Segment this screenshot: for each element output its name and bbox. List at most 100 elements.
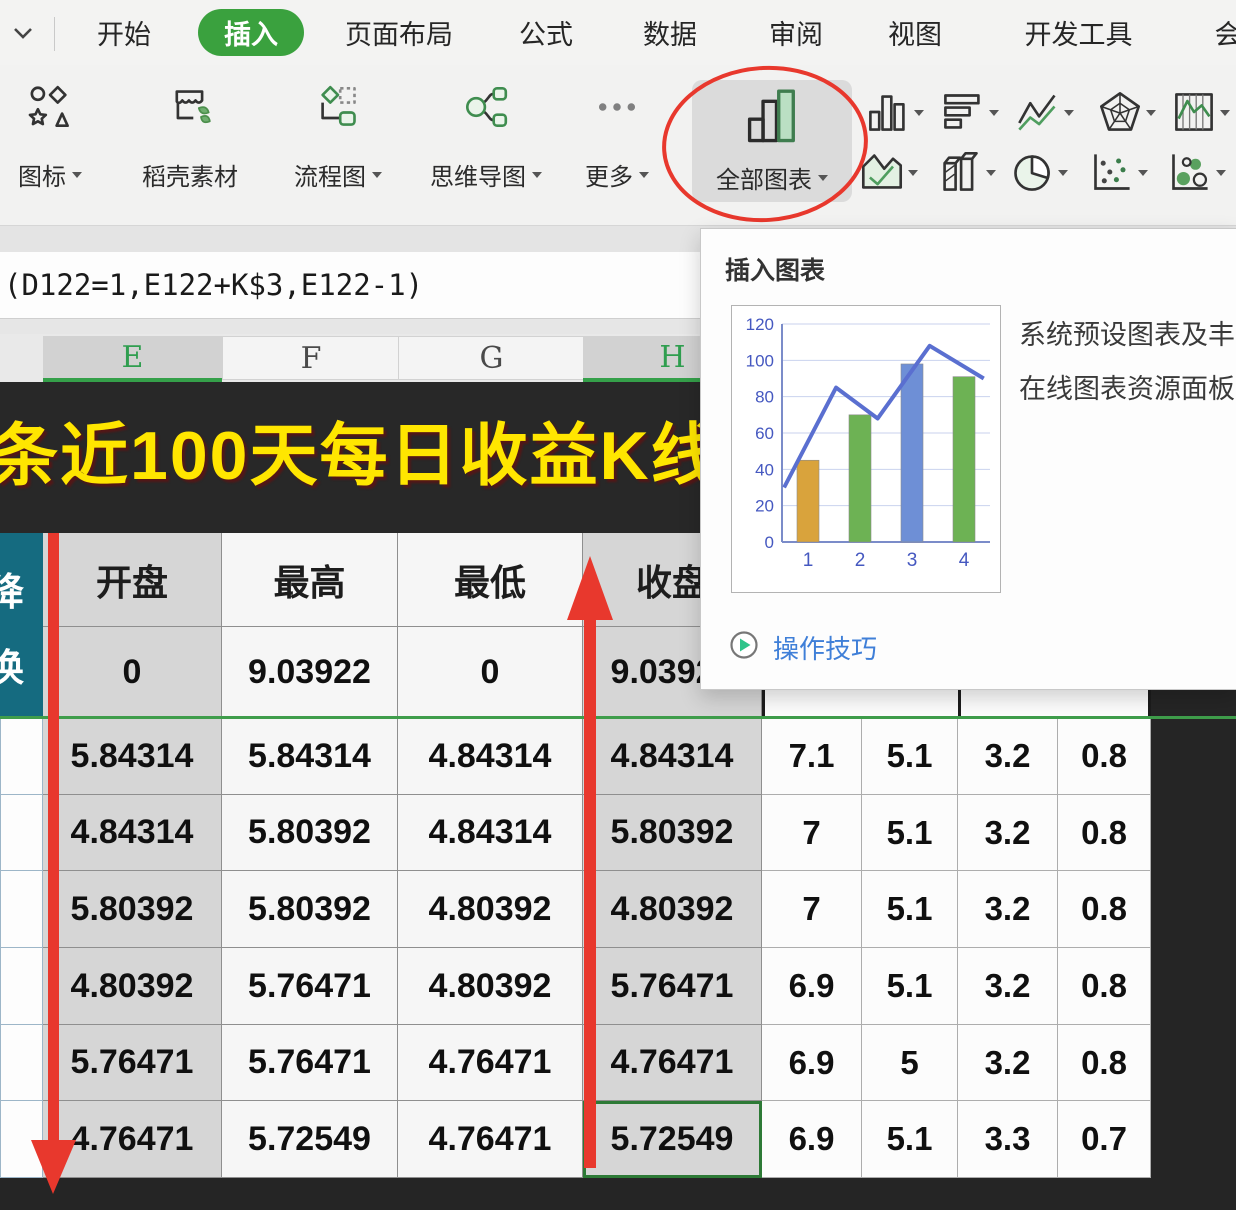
table-cell[interactable]: 5.1: [862, 1101, 958, 1178]
tab-开始[interactable]: 开始: [94, 0, 154, 65]
table-cell[interactable]: 0.7: [1058, 1101, 1151, 1178]
radar-chart-icon[interactable]: [1098, 90, 1142, 134]
table-cell[interactable]: 5.84314: [222, 718, 398, 795]
table-cell[interactable]: 5.1: [862, 795, 958, 871]
table-cell[interactable]: 7: [762, 795, 862, 871]
table-cell[interactable]: 5.72549: [222, 1101, 398, 1178]
tab-开发工具[interactable]: 开发工具: [1018, 0, 1139, 65]
row-stub-cell[interactable]: [0, 1101, 43, 1178]
table-cell[interactable]: 0.8: [1058, 948, 1151, 1025]
table-cell[interactable]: 5.1: [862, 871, 958, 948]
table-cell[interactable]: 7: [762, 871, 862, 948]
header-cell-开盘[interactable]: 开盘: [43, 533, 222, 627]
column-header-G[interactable]: G: [398, 336, 585, 380]
table-cell[interactable]: 0.8: [1058, 871, 1151, 948]
row-label-cell[interactable]: 降 换: [0, 533, 43, 718]
chevron-down-icon[interactable]: [10, 22, 36, 49]
table-cell[interactable]: 3.2: [958, 948, 1058, 1025]
header-cell-最低[interactable]: 最低: [398, 533, 583, 627]
caret-down-icon[interactable]: [1064, 110, 1074, 116]
all-charts-button[interactable]: 全部图表: [692, 80, 852, 202]
table-cell[interactable]: 5.80392: [222, 871, 398, 948]
tab-插入[interactable]: 插入: [198, 9, 304, 56]
docer-assets-group[interactable]: 稻壳素材: [126, 79, 254, 192]
table-cell[interactable]: 4.76471: [43, 1101, 222, 1178]
bubble-chart-icon[interactable]: [1168, 150, 1212, 194]
table-cell[interactable]: 3.2: [958, 1025, 1058, 1101]
tab-会[interactable]: 会: [1208, 0, 1236, 65]
caret-down-icon[interactable]: [914, 110, 924, 116]
caret-down-icon[interactable]: [1146, 110, 1156, 116]
caret-down-icon[interactable]: [1220, 110, 1230, 116]
table-cell[interactable]: 6.9: [762, 1101, 862, 1178]
table-cell[interactable]: 4.80392: [398, 871, 583, 948]
table-cell[interactable]: 5.1: [862, 718, 958, 795]
table-cell[interactable]: 5.76471: [43, 1025, 222, 1101]
table-cell[interactable]: 0.8: [1058, 1025, 1151, 1101]
scatter-chart-icon[interactable]: [1090, 150, 1134, 194]
tips-link[interactable]: 操作技巧: [729, 629, 877, 666]
table-cell[interactable]: 5.76471: [222, 948, 398, 1025]
column-chart-icon[interactable]: [866, 90, 910, 134]
table-cell[interactable]: 3.2: [958, 871, 1058, 948]
table-cell[interactable]: 4.76471: [398, 1025, 583, 1101]
subheader-cell[interactable]: 0: [398, 627, 583, 718]
pie-chart-icon[interactable]: [1010, 150, 1054, 194]
tab-审阅[interactable]: 审阅: [768, 0, 824, 65]
table-cell[interactable]: 4.80392: [583, 871, 762, 948]
chart-preview[interactable]: 0204060801001201234: [731, 305, 1001, 593]
caret-down-icon[interactable]: [1138, 170, 1148, 176]
table-cell[interactable]: 6.9: [762, 948, 862, 1025]
table-cell[interactable]: 4.84314: [43, 795, 222, 871]
column-header-F[interactable]: F: [222, 336, 400, 380]
column3d-chart-icon[interactable]: [938, 150, 982, 194]
table-cell[interactable]: 4.84314: [398, 718, 583, 795]
row-stub-cell[interactable]: [0, 1025, 43, 1101]
bar-chart-icon[interactable]: [941, 90, 985, 134]
column-header-E[interactable]: E: [43, 336, 222, 382]
mindmap-group[interactable]: 思维导图: [412, 79, 560, 192]
table-cell[interactable]: 7.1: [762, 718, 862, 795]
table-cell[interactable]: 0.8: [1058, 795, 1151, 871]
caret-down-icon[interactable]: [989, 110, 999, 116]
tab-数据[interactable]: 数据: [640, 0, 700, 65]
table-cell[interactable]: 5.80392: [583, 795, 762, 871]
area-chart-icon[interactable]: [860, 150, 904, 194]
row-stub-cell[interactable]: [0, 718, 43, 795]
table-cell[interactable]: 4.76471: [398, 1101, 583, 1178]
table-cell[interactable]: 5.76471: [222, 1025, 398, 1101]
table-cell[interactable]: 3.2: [958, 795, 1058, 871]
caret-down-icon[interactable]: [908, 170, 918, 176]
row-stub-cell[interactable]: [0, 871, 43, 948]
subheader-cell[interactable]: 0: [43, 627, 222, 718]
stock-chart-icon[interactable]: [1172, 90, 1216, 134]
table-cell[interactable]: 5: [862, 1025, 958, 1101]
subheader-cell[interactable]: 9.03922: [222, 627, 398, 718]
table-cell[interactable]: 3.2: [958, 718, 1058, 795]
insert-icons-group[interactable]: 图标: [8, 79, 92, 192]
table-cell[interactable]: 6.9: [762, 1025, 862, 1101]
table-cell[interactable]: 5.84314: [43, 718, 222, 795]
row-stub-cell[interactable]: [0, 795, 43, 871]
line-chart-icon[interactable]: [1016, 90, 1060, 134]
table-cell[interactable]: 5.80392: [43, 871, 222, 948]
table-cell[interactable]: 4.84314: [583, 718, 762, 795]
table-cell[interactable]: 4.80392: [43, 948, 222, 1025]
header-cell-最高[interactable]: 最高: [222, 533, 398, 627]
table-cell[interactable]: 5.80392: [222, 795, 398, 871]
table-cell[interactable]: 3.3: [958, 1101, 1058, 1178]
flowchart-group[interactable]: 流程图: [282, 79, 394, 192]
tab-视图[interactable]: 视图: [886, 0, 944, 65]
more-group[interactable]: 更多: [572, 79, 662, 192]
tab-页面布局[interactable]: 页面布局: [339, 0, 459, 65]
table-cell[interactable]: 4.84314: [398, 795, 583, 871]
caret-down-icon[interactable]: [1058, 170, 1068, 176]
table-cell[interactable]: 4.76471: [583, 1025, 762, 1101]
table-cell[interactable]: 5.76471: [583, 948, 762, 1025]
table-cell[interactable]: 0.8: [1058, 718, 1151, 795]
caret-down-icon[interactable]: [1216, 170, 1226, 176]
caret-down-icon[interactable]: [986, 170, 996, 176]
table-cell[interactable]: 4.80392: [398, 948, 583, 1025]
row-stub-cell[interactable]: [0, 948, 43, 1025]
tab-公式[interactable]: 公式: [518, 0, 574, 65]
